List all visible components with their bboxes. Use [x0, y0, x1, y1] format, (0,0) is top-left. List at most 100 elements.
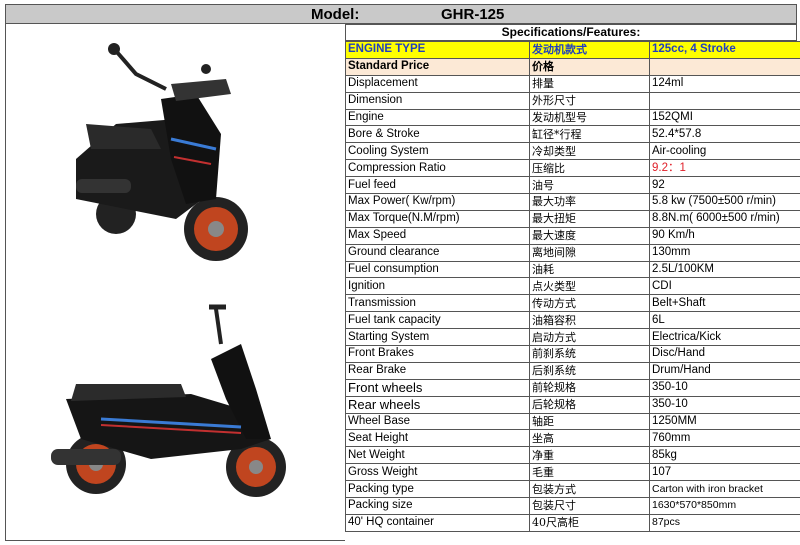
spec-name-cn: 缸径*行程 [529, 125, 650, 144]
spec-name: Packing type [345, 480, 530, 499]
spec-name-cn: 点火类型 [529, 277, 650, 296]
spec-name-cn: 油号 [529, 176, 650, 195]
spec-row: Ground clearance 离地间隙 130mm [345, 243, 800, 262]
spec-value: Belt+Shaft [649, 294, 800, 313]
spec-row: Max Torque(N.M/rpm) 最大扭矩 8.8N.m( 6000±500 … [345, 209, 800, 228]
spec-row: Dimension 外形尺寸 [345, 91, 800, 110]
spec-name: Fuel feed [345, 176, 530, 195]
spec-name: Displacement [345, 74, 530, 93]
spec-value: 1630*570*850mm [649, 497, 800, 515]
spec-value: 85kg [649, 446, 800, 465]
scooter-photo-front [76, 43, 248, 261]
spec-name: 40' HQ container [345, 513, 530, 532]
spec-name-cn: 离地间隙 [529, 243, 650, 262]
spec-name: Front Brakes [345, 345, 530, 363]
spec-value: 8.8N.m( 6000±500 r/min) [649, 209, 800, 228]
spec-row: Cooling System 冷却类型 Air-cooling [345, 142, 800, 161]
spec-name-cn: 最大扭矩 [529, 209, 650, 228]
spec-name: Max Torque(N.M/rpm) [345, 209, 530, 228]
spec-row: Net Weight 净重 85kg [345, 446, 800, 465]
spec-name-cn: 发动机款式 [529, 41, 650, 59]
spec-name: Cooling System [345, 142, 530, 161]
spec-value: 90 Km/h [649, 226, 800, 245]
spec-name-cn: 包装尺寸 [529, 497, 650, 515]
spec-row: 40' HQ container 40尺高柜 87pcs [345, 513, 800, 532]
spec-name: Max Speed [345, 226, 530, 245]
spec-name: Fuel consumption [345, 260, 530, 279]
spec-row: Packing type 包装方式 Carton with iron bracket [345, 480, 800, 499]
spec-value: 5.8 kw (7500±500 r/min) [649, 193, 800, 211]
spec-row: Gross Weight 毛重 107 [345, 463, 800, 482]
spec-value [649, 57, 800, 76]
spec-value: Air-cooling [649, 142, 800, 161]
spec-name: Standard Price [345, 57, 530, 76]
spec-name: Wheel Base [345, 412, 530, 431]
spec-value: CDI [649, 277, 800, 296]
spec-name-cn: 前轮规格 [529, 378, 650, 397]
spec-name: Compression Ratio [345, 159, 530, 178]
photo-column [5, 24, 345, 541]
spec-row: Transmission 传动方式 Belt+Shaft [345, 294, 800, 313]
spec-row: Max Speed 最大速度 90 Km/h [345, 226, 800, 245]
spec-name: Packing size [345, 497, 530, 515]
spec-row: Standard Price 价格 [345, 57, 800, 76]
spec-row: Rear Brake 后刹系统 Drum/Hand [345, 361, 800, 380]
spec-name: Starting System [345, 328, 530, 347]
spec-value: 760mm [649, 429, 800, 448]
spec-value: 1250MM [649, 412, 800, 431]
spec-row: Engine 发动机型号 152QMI [345, 108, 800, 127]
spec-row: Packing size 包装尺寸 1630*570*850mm [345, 497, 800, 515]
spec-name-cn: 最大功率 [529, 193, 650, 211]
spec-name-cn: 包装方式 [529, 480, 650, 499]
spec-value: 92 [649, 176, 800, 195]
spec-row: Ignition 点火类型 CDI [345, 277, 800, 296]
model-header-bar: Model: GHR-125 [5, 4, 797, 24]
spec-name: Rear Brake [345, 361, 530, 380]
spec-name-cn: 压缩比 [529, 159, 650, 178]
spec-name-cn: 排量 [529, 74, 650, 93]
spec-name: Ignition [345, 277, 530, 296]
spec-value: 9.2：1 [649, 159, 800, 178]
spec-name: Max Power( Kw/rpm) [345, 193, 530, 211]
spec-name-cn: 价格 [529, 57, 650, 76]
spec-name: Fuel tank capacity [345, 311, 530, 330]
spec-row: Starting System 启动方式 Electrica/Kick [345, 328, 800, 347]
spec-name: Dimension [345, 91, 530, 110]
spec-row: Max Power( Kw/rpm) 最大功率 5.8 kw (7500±500 r… [345, 193, 800, 211]
spec-value: Disc/Hand [649, 345, 800, 363]
spec-name: Gross Weight [345, 463, 530, 482]
spec-row: ENGINE TYPE 发动机款式 125cc, 4 Stroke [345, 41, 800, 59]
spec-name: Transmission [345, 294, 530, 313]
spec-value: Drum/Hand [649, 361, 800, 380]
spec-name-cn: 40尺高柜 [529, 513, 650, 532]
spec-value: 350-10 [649, 395, 800, 414]
spec-name-cn: 发动机型号 [529, 108, 650, 127]
spec-name-cn: 坐高 [529, 429, 650, 448]
spec-name-cn: 最大速度 [529, 226, 650, 245]
spec-name: ENGINE TYPE [345, 41, 530, 59]
spec-name: Engine [345, 108, 530, 127]
spec-name-cn: 启动方式 [529, 328, 650, 347]
model-label: Model: [311, 6, 360, 23]
spec-row: Displacement 排量 124ml [345, 74, 800, 93]
spec-value: 107 [649, 463, 800, 482]
spec-row: Rear wheels 后轮规格 350-10 [345, 395, 800, 414]
spec-name: Ground clearance [345, 243, 530, 262]
spec-row: Front wheels 前轮规格 350-10 [345, 378, 800, 397]
spec-value: Carton with iron bracket [649, 480, 800, 499]
spec-row: Wheel Base 轴距 1250MM [345, 412, 800, 431]
spec-value: 125cc, 4 Stroke [649, 41, 800, 59]
spec-name: Seat Height [345, 429, 530, 448]
spec-name-cn: 油耗 [529, 260, 650, 279]
spec-value [649, 91, 800, 110]
spec-value: 152QMI [649, 108, 800, 127]
specs-title: Specifications/Features: [345, 24, 797, 41]
spec-row: Fuel tank capacity 油箱容积 6L [345, 311, 800, 330]
spec-name-cn: 轴距 [529, 412, 650, 431]
spec-value: Electrica/Kick [649, 328, 800, 347]
spec-name-cn: 冷却类型 [529, 142, 650, 161]
model-value: GHR-125 [441, 6, 505, 23]
spec-name-cn: 前刹系统 [529, 345, 650, 363]
spec-table: ENGINE TYPE 发动机款式 125cc, 4 Stroke Standard … [345, 41, 800, 532]
spec-name-cn: 毛重 [529, 463, 650, 482]
